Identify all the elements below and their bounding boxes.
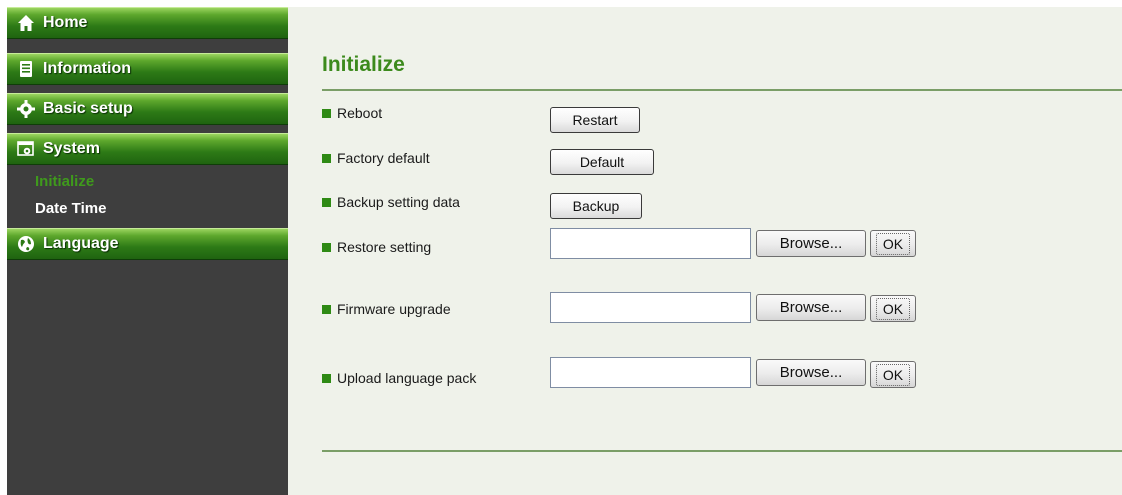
menu-label-information: Information (43, 60, 131, 77)
restore-setting-label: Restore setting (337, 239, 432, 255)
title-divider (322, 89, 1122, 91)
bullet-icon (322, 197, 331, 207)
row-label-reboot: Reboot (322, 105, 382, 121)
bullet-icon (322, 373, 331, 383)
menu-item-system[interactable]: System (7, 133, 288, 165)
row-label-firmware-upgrade: Firmware upgrade (322, 301, 451, 317)
bullet-icon (322, 242, 331, 252)
backup-button[interactable]: Backup (550, 193, 642, 219)
firmware-browse-button[interactable]: Browse... (756, 294, 866, 321)
backup-setting-data-label: Backup setting data (337, 194, 460, 210)
firmware-upgrade-label: Firmware upgrade (337, 301, 451, 317)
menu-item-language[interactable]: Language (7, 228, 288, 260)
row-label-restore-setting: Restore setting (322, 239, 431, 255)
menu-label-home: Home (43, 14, 88, 31)
submenu-item-initialize[interactable]: Initialize (35, 173, 94, 190)
bullet-icon (322, 153, 331, 163)
row-label-upload-language-pack: Upload language pack (322, 370, 476, 386)
language-pack-ok-button[interactable]: OK (870, 361, 916, 388)
page-title: Initialize (322, 53, 405, 76)
language-pack-file-input[interactable] (550, 357, 751, 388)
restore-ok-label: OK (875, 232, 911, 255)
content-panel: Initialize Reboot Restart Factory defaul… (288, 7, 1122, 495)
document-icon (17, 60, 35, 78)
language-pack-browse-button[interactable]: Browse... (756, 359, 866, 386)
restore-ok-button[interactable]: OK (870, 230, 916, 257)
firmware-ok-label: OK (875, 297, 911, 320)
bullet-icon (322, 108, 331, 118)
gear-icon (17, 100, 35, 118)
factory-default-label: Factory default (337, 150, 430, 166)
bullet-icon (322, 304, 331, 314)
bottom-divider (322, 450, 1122, 452)
row-label-backup-setting-data: Backup setting data (322, 194, 460, 210)
system-icon (17, 140, 35, 158)
menu-label-system: System (43, 140, 100, 157)
restart-button[interactable]: Restart (550, 107, 640, 133)
menu-item-home[interactable]: Home (7, 7, 288, 39)
language-pack-ok-label: OK (875, 363, 911, 386)
menu-label-language: Language (43, 235, 119, 252)
restore-browse-button[interactable]: Browse... (756, 230, 866, 257)
row-label-factory-default: Factory default (322, 150, 430, 166)
default-button[interactable]: Default (550, 149, 654, 175)
sidebar: Home Information Basic setup System Init… (7, 7, 288, 495)
upload-language-pack-label: Upload language pack (337, 370, 477, 386)
reboot-label: Reboot (337, 105, 383, 121)
firmware-ok-button[interactable]: OK (870, 295, 916, 322)
home-icon (17, 14, 35, 32)
menu-item-information[interactable]: Information (7, 53, 288, 85)
menu-label-basic-setup: Basic setup (43, 100, 133, 117)
globe-icon (17, 235, 35, 253)
restore-file-input[interactable] (550, 228, 751, 259)
menu-item-basic-setup[interactable]: Basic setup (7, 93, 288, 125)
firmware-file-input[interactable] (550, 292, 751, 323)
submenu-item-date-time[interactable]: Date Time (35, 200, 106, 217)
